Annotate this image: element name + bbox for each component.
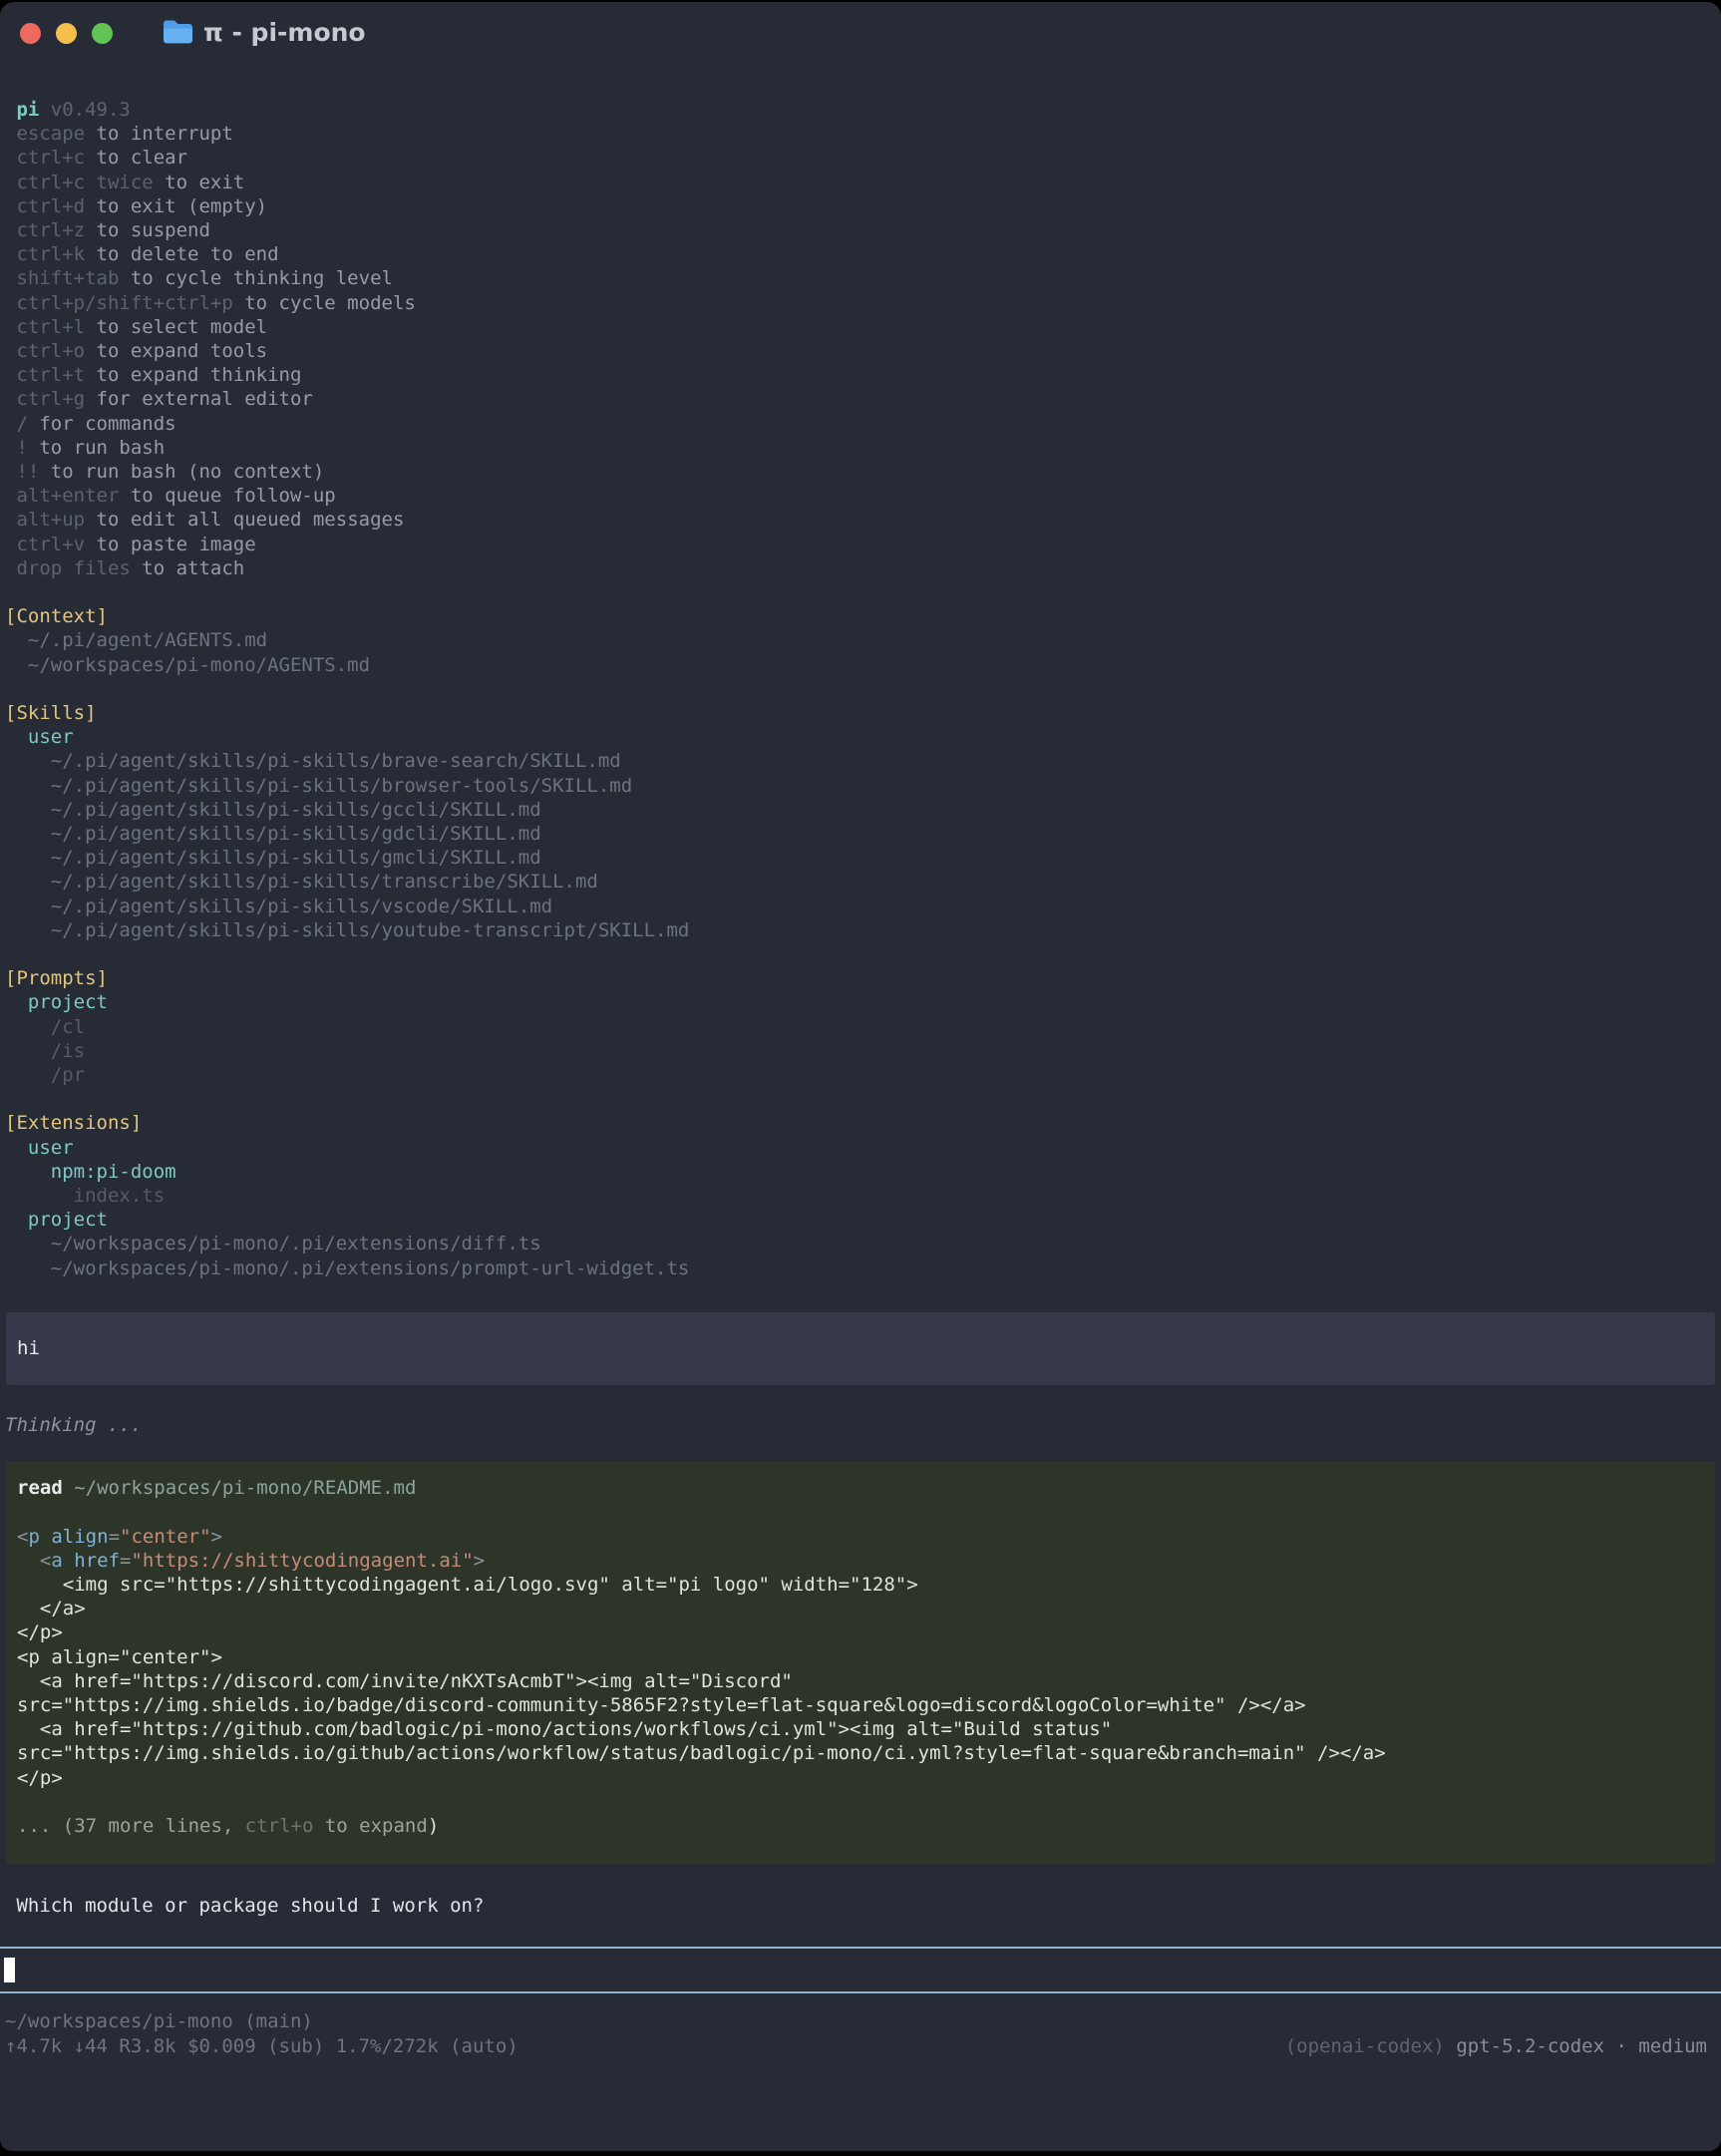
titlebar: π - pi-mono xyxy=(0,2,1721,64)
model-label: gpt-5.2-codex · medium xyxy=(1456,2035,1707,2057)
provider-label: (openai-codex) xyxy=(1285,2035,1445,2057)
token-usage-stats: ↑4.7k ↓44 R3.8k $0.009 (sub) 1.7%/272k (… xyxy=(5,2034,518,2059)
extensions-section: [Extensions] user npm:pi-doom index.ts p… xyxy=(0,1111,1721,1279)
window-controls xyxy=(20,23,113,44)
status-stats-row: ↑4.7k ↓44 R3.8k $0.009 (sub) 1.7%/272k (… xyxy=(0,2034,1721,2059)
prompt-input[interactable] xyxy=(0,1947,1721,1993)
user-message: hi xyxy=(6,1312,1715,1385)
user-message-text: hi xyxy=(17,1336,40,1360)
welcome-help-text: pi v0.49.3 escape to interrupt ctrl+c to… xyxy=(0,98,1721,580)
terminal-window: π - pi-mono pi v0.49.3 escape to interru… xyxy=(0,2,1721,2151)
context-section: [Context] ~/.pi/agent/AGENTS.md ~/worksp… xyxy=(0,604,1721,677)
thinking-indicator: Thinking ... xyxy=(5,1413,1721,1437)
tool-output-read: read ~/workspaces/pi-mono/README.md <p a… xyxy=(6,1461,1715,1864)
assistant-question: Which module or package should I work on… xyxy=(0,1894,1721,1918)
folder-icon xyxy=(162,18,192,49)
terminal-content: pi v0.49.3 escape to interrupt ctrl+c to… xyxy=(0,64,1721,2059)
status-bar: ~/workspaces/pi-mono (main) ↑4.7k ↓44 R3… xyxy=(0,2009,1721,2059)
maximize-button[interactable] xyxy=(92,23,113,44)
text-cursor xyxy=(4,1958,15,1982)
prompts-section: [Prompts] project /cl /is /pr xyxy=(0,966,1721,1087)
close-button[interactable] xyxy=(20,23,41,44)
title-group: π - pi-mono xyxy=(162,2,366,64)
model-info: (openai-codex) gpt-5.2-codex · medium xyxy=(1285,2034,1707,2059)
skills-section: [Skills] user ~/.pi/agent/skills/pi-skil… xyxy=(0,701,1721,942)
status-cwd: ~/workspaces/pi-mono (main) xyxy=(0,2009,1721,2034)
tool-output-lines: read ~/workspaces/pi-mono/README.md <p a… xyxy=(17,1476,1705,1838)
window-title: π - pi-mono xyxy=(203,2,366,64)
minimize-button[interactable] xyxy=(56,23,77,44)
screen: π - pi-mono pi v0.49.3 escape to interru… xyxy=(0,0,1721,2156)
